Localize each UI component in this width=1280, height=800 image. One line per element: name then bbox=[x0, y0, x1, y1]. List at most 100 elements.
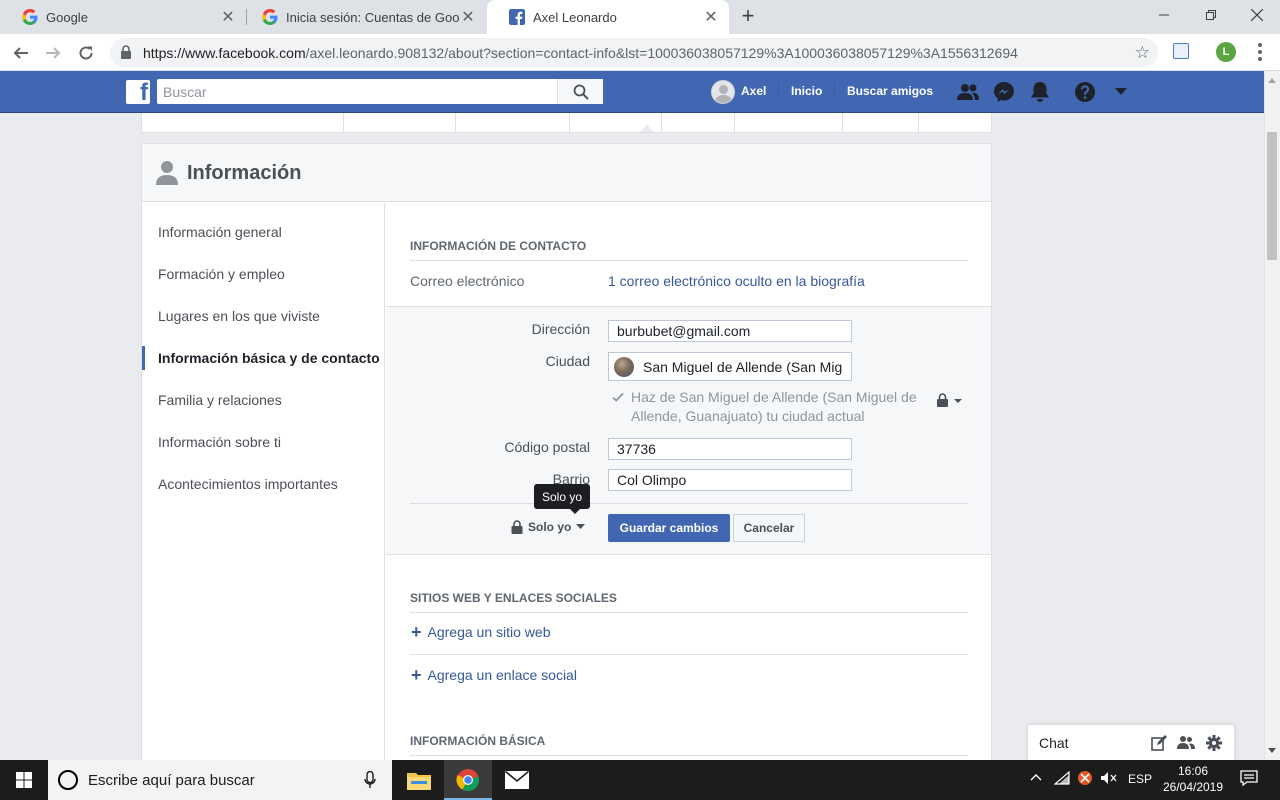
privacy-selector-button[interactable]: Solo yo bbox=[511, 520, 586, 534]
volume-icon[interactable] bbox=[1100, 771, 1118, 788]
section-details[interactable]: Información sobre ti bbox=[158, 434, 281, 450]
profile-tabs-strip bbox=[141, 113, 992, 133]
reload-button[interactable] bbox=[74, 41, 98, 65]
messenger-icon bbox=[994, 82, 1014, 102]
clock-time: 16:06 bbox=[1177, 764, 1209, 778]
close-icon[interactable]: ✕ bbox=[703, 7, 719, 27]
cancel-button[interactable]: Cancelar bbox=[733, 514, 805, 542]
city-label: Ciudad bbox=[545, 353, 590, 369]
nav-separator bbox=[834, 82, 835, 100]
close-icon[interactable]: ✕ bbox=[220, 7, 236, 27]
add-social-link[interactable]: + Agrega un enlace social bbox=[411, 666, 577, 684]
profile-avatar[interactable]: L bbox=[1216, 42, 1236, 62]
city-privacy-selector[interactable] bbox=[937, 393, 963, 412]
section-work-education[interactable]: Formación y empleo bbox=[158, 266, 285, 282]
plus-icon: + bbox=[411, 622, 422, 642]
address-bar[interactable]: https://www.facebook.com/axel.leonardo.9… bbox=[110, 38, 1158, 67]
nav-separator bbox=[778, 82, 779, 100]
add-website-label: Agrega un sitio web bbox=[427, 624, 551, 640]
nav-find-friends[interactable]: Buscar amigos bbox=[847, 84, 933, 98]
notification-center-icon[interactable] bbox=[1240, 770, 1258, 789]
back-button[interactable] bbox=[9, 41, 33, 65]
microphone-icon[interactable] bbox=[364, 771, 376, 789]
friend-requests-button[interactable] bbox=[956, 80, 980, 104]
taskbar-chrome[interactable] bbox=[444, 760, 492, 800]
browser-menu-icon[interactable] bbox=[1250, 40, 1270, 64]
scroll-up-arrow[interactable] bbox=[1268, 78, 1276, 83]
chat-settings-button[interactable] bbox=[1205, 734, 1223, 752]
section-header: INFORMACIÓN BÁSICA bbox=[410, 734, 968, 756]
group-icon bbox=[1177, 736, 1195, 749]
save-changes-button[interactable]: Guardar cambios bbox=[608, 514, 730, 542]
messenger-button[interactable] bbox=[992, 80, 1016, 104]
extension-icon[interactable] bbox=[1173, 43, 1189, 59]
mail-icon bbox=[505, 771, 529, 789]
language-indicator[interactable]: ESP bbox=[1128, 772, 1152, 786]
browser-tab-facebook[interactable]: Axel Leonardo ✕ bbox=[487, 0, 729, 34]
lock-icon bbox=[511, 520, 523, 534]
close-icon[interactable]: ✕ bbox=[460, 7, 476, 27]
fb-search-button[interactable] bbox=[557, 79, 603, 104]
windows-logo-icon bbox=[16, 772, 32, 788]
chrome-icon bbox=[456, 769, 480, 792]
minimize-button[interactable] bbox=[1141, 0, 1187, 30]
forward-button[interactable] bbox=[41, 41, 65, 65]
browser-tab-google[interactable]: Google ✕ bbox=[0, 0, 246, 34]
restore-button[interactable] bbox=[1188, 0, 1234, 30]
tray-chevron-up-icon[interactable] bbox=[1030, 770, 1042, 784]
compose-icon bbox=[1151, 735, 1167, 751]
arrow-right-icon bbox=[46, 47, 61, 59]
zip-input[interactable] bbox=[608, 438, 852, 460]
tab-title: Inicia sesión: Cuentas de Google bbox=[286, 9, 460, 25]
nav-profile-name[interactable]: Axel bbox=[741, 84, 766, 98]
contact-panel: INFORMACIÓN DE CONTACTO Correo electróni… bbox=[386, 203, 991, 782]
start-button[interactable] bbox=[0, 760, 48, 800]
nav-home[interactable]: Inicio bbox=[791, 84, 822, 98]
add-website-link[interactable]: + Agrega un sitio web bbox=[411, 622, 551, 642]
section-family[interactable]: Familia y relaciones bbox=[158, 392, 282, 408]
section-overview[interactable]: Información general bbox=[158, 224, 282, 240]
address-input[interactable] bbox=[608, 320, 852, 342]
about-card-header: Información bbox=[142, 144, 991, 202]
user-avatar[interactable] bbox=[711, 80, 735, 104]
app-tray-icon[interactable] bbox=[1077, 770, 1093, 789]
caret-down-icon bbox=[576, 524, 586, 529]
section-header: INFORMACIÓN DE CONTACTO bbox=[410, 239, 968, 261]
close-window-button[interactable] bbox=[1234, 0, 1280, 30]
wifi-icon[interactable] bbox=[1053, 770, 1070, 788]
new-group-button[interactable] bbox=[1177, 734, 1195, 752]
new-message-button[interactable] bbox=[1150, 734, 1168, 752]
browser-tab-google-login[interactable]: Inicia sesión: Cuentas de Google ✕ bbox=[240, 0, 486, 34]
search-icon bbox=[573, 84, 589, 100]
checkmark-icon bbox=[612, 392, 624, 402]
email-link[interactable]: 1 correo electrónico oculto en la biogra… bbox=[608, 273, 865, 289]
new-tab-button[interactable]: + bbox=[737, 5, 759, 28]
section-life-events[interactable]: Acontecimientos importantes bbox=[158, 476, 338, 492]
neighborhood-input[interactable] bbox=[608, 469, 852, 491]
taskbar-mail[interactable] bbox=[493, 760, 541, 800]
add-social-label: Agrega un enlace social bbox=[427, 667, 577, 683]
bookmark-star-icon[interactable]: ☆ bbox=[1135, 43, 1150, 63]
scrollbar-thumb[interactable] bbox=[1267, 132, 1277, 260]
divider bbox=[410, 654, 968, 655]
section-places[interactable]: Lugares en los que viviste bbox=[158, 308, 320, 324]
notifications-button[interactable] bbox=[1028, 80, 1052, 104]
taskbar-search[interactable]: Escribe aquí para buscar bbox=[48, 760, 392, 800]
reload-icon bbox=[79, 46, 93, 60]
help-button[interactable] bbox=[1073, 80, 1097, 104]
active-section-indicator bbox=[142, 346, 145, 370]
section-contact-basic[interactable]: Información básica y de contacto bbox=[158, 350, 380, 366]
chat-tab[interactable]: Chat bbox=[1027, 724, 1235, 760]
cortana-icon bbox=[58, 770, 78, 790]
taskbar-file-explorer[interactable] bbox=[395, 760, 443, 800]
zip-label: Código postal bbox=[504, 439, 590, 455]
facebook-logo[interactable]: f bbox=[126, 80, 150, 104]
account-menu-button[interactable] bbox=[1109, 80, 1133, 104]
taskbar-search-placeholder: Escribe aquí para buscar bbox=[88, 772, 255, 789]
scroll-down-arrow[interactable] bbox=[1268, 748, 1276, 753]
city-input[interactable]: San Miguel de Allende (San Mig bbox=[608, 352, 852, 381]
url-text: https://www.facebook.com/axel.leonardo.9… bbox=[143, 45, 1018, 61]
taskbar-clock[interactable]: 16:06 26/04/2019 bbox=[1160, 763, 1226, 795]
fb-search-input[interactable] bbox=[157, 79, 557, 104]
current-city-checkbox[interactable] bbox=[611, 390, 625, 404]
